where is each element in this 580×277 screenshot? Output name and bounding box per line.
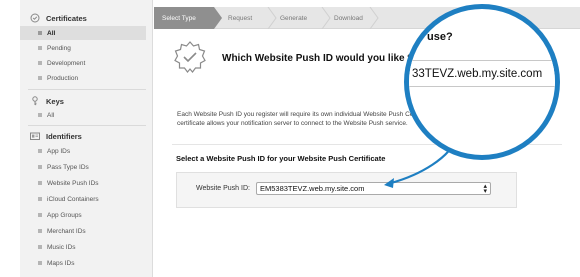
sidebar: Certificates All Pending Development Pro…: [20, 0, 153, 277]
sidebar-section-keys: Keys: [20, 93, 153, 109]
sidebar-item-label: All: [47, 111, 55, 119]
sidebar-item-label: Maps IDs: [47, 259, 75, 267]
key-icon: [30, 96, 40, 106]
sidebar-section-label: Certificates: [46, 13, 87, 23]
sidebar-section-label: Identifiers: [46, 131, 82, 141]
sidebar-item-app-groups[interactable]: App Groups: [20, 208, 146, 222]
step-request: Request: [228, 7, 252, 29]
sidebar-item-pass-type-ids[interactable]: Pass Type IDs: [20, 160, 146, 174]
sidebar-item-development[interactable]: Development: [20, 56, 146, 70]
sidebar-item-label: App IDs: [47, 147, 71, 155]
bullet-icon: [38, 165, 42, 169]
magnified-field-value: 33TEVZ.web.my.site.com: [412, 67, 543, 80]
select-arrows-icon: ▴ ▾: [483, 183, 487, 195]
sidebar-item-label: App Groups: [47, 211, 82, 219]
sidebar-item-label: Development: [47, 59, 86, 67]
bullet-icon: [38, 181, 42, 185]
bullet-icon: [38, 261, 42, 265]
bullet-icon: [38, 245, 42, 249]
sidebar-item-icloud-containers[interactable]: iCloud Containers: [20, 192, 146, 206]
bullet-icon: [38, 113, 42, 117]
sidebar-item-merchant-ids[interactable]: Merchant IDs: [20, 224, 146, 238]
bullet-icon: [38, 229, 42, 233]
sidebar-item-label: Website Push IDs: [47, 179, 99, 187]
sidebar-item-label: Pending: [47, 44, 71, 52]
bullet-icon: [38, 213, 42, 217]
bullet-icon: [38, 76, 42, 80]
step-label: Request: [228, 14, 253, 22]
certificate-icon: [30, 13, 40, 23]
sidebar-item-maps-ids[interactable]: Maps IDs: [20, 256, 146, 270]
magnified-title-fragment: use?: [427, 31, 453, 43]
step-label: Generate: [280, 14, 308, 22]
sidebar-item-label: Production: [47, 74, 79, 82]
sidebar-item-label: Music IDs: [47, 243, 76, 251]
bullet-icon: [38, 197, 42, 201]
bullet-icon: [38, 46, 42, 50]
magnified-push-id-field: 33TEVZ.web.my.site.com: [409, 60, 555, 87]
sidebar-item-label: Pass Type IDs: [47, 163, 89, 171]
bullet-icon: [38, 61, 42, 65]
sidebar-item-certificates-all[interactable]: All: [20, 26, 146, 40]
step-generate: Generate: [280, 7, 307, 29]
sidebar-section-label: Keys: [46, 96, 64, 106]
id-card-icon: [30, 131, 40, 141]
magnifier-callout: use? 33TEVZ.web.my.site.com: [404, 4, 560, 160]
select-value: EM5383TEVZ.web.my.site.com: [260, 184, 365, 193]
bullet-icon: [38, 31, 42, 35]
sidebar-item-app-ids[interactable]: App IDs: [20, 144, 146, 158]
sidebar-item-label: All: [47, 29, 56, 37]
sidebar-section-certificates: Certificates: [20, 10, 153, 26]
step-label: Download: [334, 14, 363, 22]
sidebar-item-label: Merchant IDs: [47, 227, 86, 235]
website-push-id-select[interactable]: EM5383TEVZ.web.my.site.com ▴ ▾: [256, 182, 491, 195]
sidebar-item-production[interactable]: Production: [20, 71, 146, 85]
divider: [28, 89, 146, 90]
certificate-badge-icon: [173, 40, 207, 79]
section-title: Select a Website Push ID for your Websit…: [176, 154, 386, 163]
bullet-icon: [38, 149, 42, 153]
website-push-id-label: Website Push ID:: [196, 185, 250, 192]
sidebar-item-keys-all[interactable]: All: [20, 108, 146, 122]
sidebar-section-identifiers: Identifiers: [20, 128, 153, 144]
sidebar-item-label: iCloud Containers: [47, 195, 99, 203]
step-download: Download: [334, 7, 363, 29]
sidebar-item-music-ids[interactable]: Music IDs: [20, 240, 146, 254]
divider: [28, 125, 146, 126]
sidebar-item-pending[interactable]: Pending: [20, 41, 146, 55]
sidebar-item-website-push-ids[interactable]: Website Push IDs: [20, 176, 146, 190]
